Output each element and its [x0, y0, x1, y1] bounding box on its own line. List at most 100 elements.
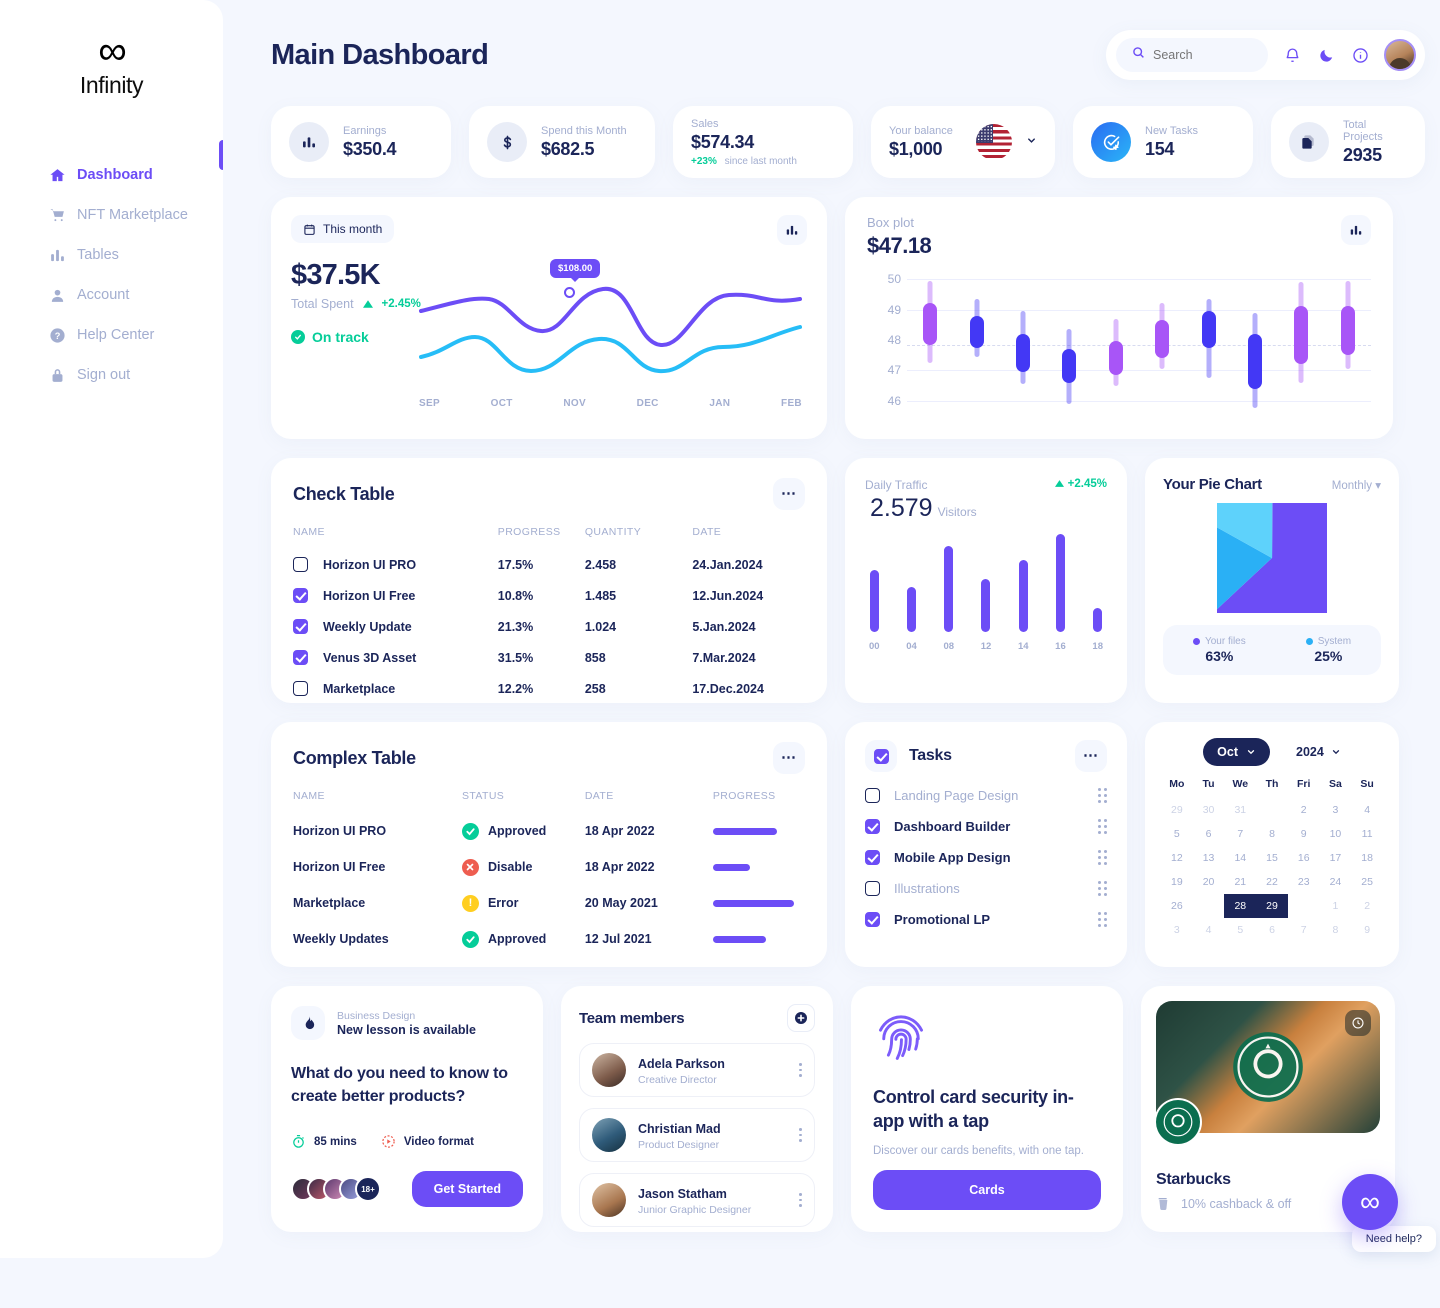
table-row[interactable]: Marketplace! Error 20 May 2021 — [293, 885, 805, 921]
add-member-button[interactable] — [787, 1004, 815, 1032]
table-row[interactable]: Marketplace 12.2% 258 17.Dec.2024 — [293, 673, 805, 704]
calendar-day[interactable]: 8 — [1320, 918, 1352, 942]
team-member-row[interactable]: Adela Parkson Creative Director — [579, 1043, 815, 1097]
calendar-day[interactable]: 4 — [1351, 798, 1383, 822]
drag-handle-icon[interactable] — [1098, 788, 1107, 803]
row-checkbox[interactable] — [293, 557, 308, 572]
calendar-day[interactable]: 1 — [1256, 798, 1288, 822]
calendar-day[interactable]: 26 — [1161, 894, 1193, 918]
calendar-day[interactable]: 17 — [1320, 846, 1352, 870]
task-item[interactable]: Illustrations — [865, 881, 1107, 896]
help-fab-button[interactable]: ∞ — [1342, 1174, 1398, 1230]
task-checkbox[interactable] — [865, 850, 880, 865]
calendar-year-dropdown[interactable]: 2024 — [1296, 745, 1341, 759]
more-options-button[interactable]: ⋯ — [773, 478, 805, 510]
sidebar-item-tables[interactable]: Tables — [0, 235, 223, 275]
pie-period-dropdown[interactable]: Monthly ▾ — [1332, 478, 1381, 492]
calendar-day[interactable]: 9 — [1288, 822, 1320, 846]
more-options-button[interactable]: ⋯ — [773, 742, 805, 774]
task-checkbox[interactable] — [865, 881, 880, 896]
drag-handle-icon[interactable] — [1098, 819, 1107, 834]
moon-icon[interactable] — [1316, 45, 1336, 65]
table-row[interactable]: Horizon UI Free Disable 18 Apr 2022 — [293, 849, 805, 885]
date-range-chip[interactable]: This month — [291, 215, 395, 243]
calendar-day[interactable]: 25 — [1351, 870, 1383, 894]
drag-handle-icon[interactable] — [1098, 881, 1107, 896]
avatar[interactable] — [1384, 39, 1416, 71]
calendar-day[interactable]: 30 — [1288, 894, 1320, 918]
task-item[interactable]: Dashboard Builder — [865, 819, 1107, 834]
table-row[interactable]: Weekly Updates Approved 12 Jul 2021 — [293, 921, 805, 957]
stat-card-sales[interactable]: Sales $574.34 +23% since last month — [673, 106, 853, 178]
calendar-day[interactable]: 15 — [1256, 846, 1288, 870]
member-options-button[interactable] — [799, 1063, 802, 1077]
calendar-day[interactable]: 5 — [1161, 822, 1193, 846]
calendar-day[interactable]: 29 — [1161, 798, 1193, 822]
calendar-day[interactable]: 27 — [1193, 894, 1225, 918]
task-checkbox[interactable] — [865, 788, 880, 803]
bell-icon[interactable] — [1282, 45, 1302, 65]
calendar-day[interactable]: 24 — [1320, 870, 1352, 894]
table-row[interactable]: Weekly Update 21.3% 1.024 5.Jan.2024 — [293, 611, 805, 642]
stat-card-total-projects[interactable]: Total Projects 2935 — [1271, 106, 1425, 178]
calendar-day[interactable]: 29 — [1256, 894, 1288, 918]
clock-icon[interactable] — [1345, 1010, 1371, 1036]
calendar-day[interactable]: 28 — [1224, 894, 1257, 918]
more-options-button[interactable]: ⋯ — [1075, 740, 1107, 772]
calendar-day[interactable]: 18 — [1351, 846, 1383, 870]
calendar-day[interactable]: 2 — [1288, 798, 1320, 822]
calendar-day[interactable]: 10 — [1320, 822, 1352, 846]
calendar-day[interactable]: 1 — [1320, 894, 1352, 918]
task-item[interactable]: Promotional LP — [865, 912, 1107, 927]
table-row[interactable]: Horizon UI PRO 17.5% 2.458 24.Jan.2024 — [293, 549, 805, 580]
team-member-row[interactable]: Jason Statham Junior Graphic Designer — [579, 1173, 815, 1227]
table-row[interactable]: Horizon UI Free 10.8% 1.485 12.Jun.2024 — [293, 580, 805, 611]
calendar-day[interactable]: 2 — [1351, 894, 1383, 918]
calendar-day[interactable]: 6 — [1193, 822, 1225, 846]
calendar-day[interactable]: 20 — [1193, 870, 1225, 894]
calendar-day[interactable]: 14 — [1224, 846, 1256, 870]
info-icon[interactable] — [1350, 45, 1370, 65]
member-options-button[interactable] — [799, 1193, 802, 1207]
calendar-day[interactable]: 4 — [1193, 918, 1225, 942]
calendar-day[interactable]: 21 — [1224, 870, 1256, 894]
table-row[interactable]: Venus 3D Asset 31.5% 858 7.Mar.2024 — [293, 642, 805, 673]
task-item[interactable]: Landing Page Design — [865, 788, 1107, 803]
stat-card-earnings[interactable]: Earnings $350.4 — [271, 106, 451, 178]
get-started-button[interactable]: Get Started — [411, 1171, 523, 1208]
sidebar-item-help-center[interactable]: ? Help Center — [0, 315, 223, 355]
row-checkbox[interactable] — [293, 588, 308, 603]
task-item[interactable]: Mobile App Design — [865, 850, 1107, 865]
stat-card-spend-this-month[interactable]: Spend this Month $682.5 — [469, 106, 655, 178]
team-member-row[interactable]: Christian Mad Product Designer — [579, 1108, 815, 1162]
calendar-day[interactable]: 3 — [1320, 798, 1352, 822]
calendar-month-dropdown[interactable]: Oct — [1203, 738, 1271, 766]
calendar-day[interactable]: 31 — [1224, 798, 1256, 822]
task-checkbox[interactable] — [865, 912, 880, 927]
calendar-day[interactable]: 30 — [1193, 798, 1225, 822]
drag-handle-icon[interactable] — [1098, 912, 1107, 927]
chart-toggle-button[interactable] — [1341, 215, 1371, 245]
calendar-day[interactable]: 6 — [1256, 918, 1288, 942]
calendar-day[interactable]: 16 — [1288, 846, 1320, 870]
sidebar-item-nft-marketplace[interactable]: NFT Marketplace — [0, 195, 223, 235]
calendar-day[interactable]: 23 — [1288, 870, 1320, 894]
row-checkbox[interactable] — [293, 681, 308, 696]
calendar-day[interactable]: 9 — [1351, 918, 1383, 942]
member-options-button[interactable] — [799, 1128, 802, 1142]
calendar-day[interactable]: 8 — [1256, 822, 1288, 846]
calendar-day[interactable]: 11 — [1351, 822, 1383, 846]
chevron-down-icon[interactable] — [1026, 133, 1037, 151]
search-input[interactable] — [1153, 48, 1252, 62]
row-checkbox[interactable] — [293, 619, 308, 634]
sidebar-item-account[interactable]: Account — [0, 275, 223, 315]
calendar-day[interactable]: 7 — [1288, 918, 1320, 942]
drag-handle-icon[interactable] — [1098, 850, 1107, 865]
calendar-day[interactable]: 19 — [1161, 870, 1193, 894]
sidebar-item-sign-out[interactable]: Sign out — [0, 355, 223, 395]
calendar-day[interactable]: 12 — [1161, 846, 1193, 870]
search-box[interactable] — [1116, 38, 1268, 72]
calendar-day[interactable]: 22 — [1256, 870, 1288, 894]
stat-card-your-balance[interactable]: Your balance $1,000 — [871, 106, 1055, 178]
stat-card-new-tasks[interactable]: New Tasks 154 — [1073, 106, 1253, 178]
